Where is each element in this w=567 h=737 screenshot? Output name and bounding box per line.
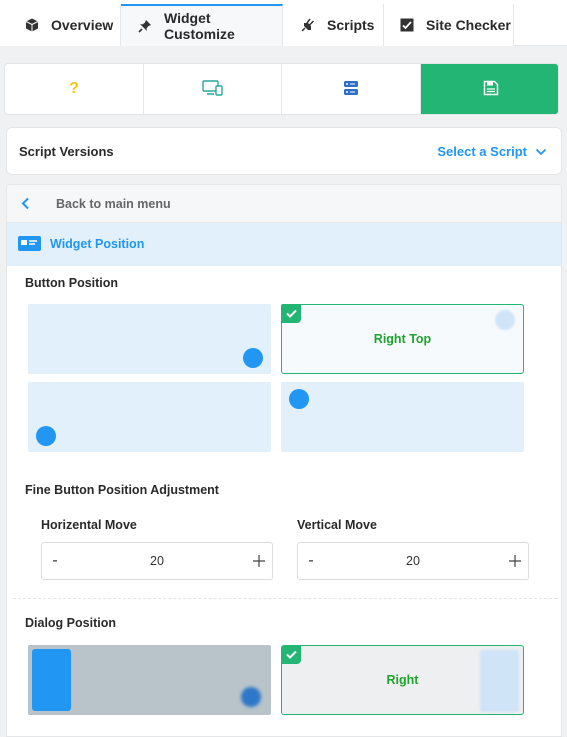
tab-label: Widget Customize — [164, 10, 235, 42]
widget-dot — [36, 426, 56, 446]
checker-icon — [400, 18, 414, 32]
tab-site-checker[interactable]: Site Checker — [384, 4, 514, 46]
select-script-dropdown[interactable]: Select a Script — [437, 144, 547, 159]
section-header: Widget Position — [7, 223, 561, 266]
chevron-down-icon — [535, 148, 547, 155]
chevron-left-icon — [21, 197, 29, 210]
button-position-left-bottom[interactable] — [28, 382, 271, 452]
tab-widget-customize[interactable]: Widget Customize — [121, 4, 283, 46]
devices-icon — [201, 79, 224, 99]
help-button[interactable]: ? — [5, 64, 144, 114]
button-position-heading: Button Position — [25, 276, 119, 290]
pin-icon — [138, 19, 152, 33]
select-script-label: Select a Script — [437, 144, 527, 159]
option-label: Right — [386, 673, 419, 687]
plus-icon — [509, 555, 521, 567]
tab-label: Overview — [51, 17, 114, 33]
cube-icon — [25, 18, 39, 32]
dialog-preview — [32, 649, 71, 711]
plug-icon — [301, 18, 315, 32]
section-title: Widget Position — [50, 237, 145, 251]
horizontal-move-value[interactable]: 20 — [68, 554, 246, 568]
divider — [13, 598, 557, 599]
fine-adjust-heading: Fine Button Position Adjustment — [25, 483, 219, 497]
button-position-right-bottom[interactable] — [28, 304, 271, 374]
dialog-position-right[interactable]: Right — [281, 645, 524, 715]
vertical-move-stepper: - 20 — [297, 542, 529, 580]
server-button[interactable] — [282, 64, 421, 114]
back-label: Back to main menu — [56, 197, 171, 211]
server-icon — [343, 80, 359, 99]
widget-position-icon — [18, 236, 41, 251]
widget-dot — [243, 348, 263, 368]
decrement-button[interactable]: - — [42, 543, 68, 579]
check-icon — [281, 304, 301, 323]
vertical-move-value[interactable]: 20 — [324, 554, 502, 568]
decrement-button[interactable]: - — [298, 543, 324, 579]
save-icon — [483, 80, 499, 99]
increment-button[interactable] — [502, 543, 528, 579]
widget-dot — [289, 389, 309, 409]
script-versions-label: Script Versions — [19, 144, 114, 159]
vertical-move-label: Vertical Move — [297, 518, 377, 532]
devices-button[interactable] — [144, 64, 282, 114]
question-icon: ? — [69, 80, 79, 97]
top-tab-bar: Overview Widget Customize Scripts Site C… — [0, 0, 567, 46]
tab-label: Scripts — [327, 17, 375, 33]
tab-overview[interactable]: Overview — [0, 4, 121, 46]
dialog-position-left[interactable] — [28, 645, 271, 715]
dialog-position-heading: Dialog Position — [25, 616, 116, 630]
widget-dot — [495, 310, 515, 330]
increment-button[interactable] — [246, 543, 272, 579]
widget-dot — [241, 687, 261, 707]
button-position-left-top[interactable] — [281, 382, 524, 452]
horizontal-move-stepper: - 20 — [41, 542, 273, 580]
back-to-main-menu[interactable]: Back to main menu — [7, 185, 561, 223]
button-position-right-top[interactable]: Right Top — [281, 304, 524, 374]
save-button[interactable] — [421, 64, 558, 114]
tab-label: Site Checker — [426, 17, 511, 33]
mode-toolbar: ? — [4, 63, 559, 115]
horizontal-move-label: Horizental Move — [41, 518, 137, 532]
tab-scripts[interactable]: Scripts — [283, 4, 384, 46]
widget-position-panel: Back to main menu Widget Position Button… — [6, 184, 562, 737]
check-icon — [282, 646, 301, 664]
script-versions-bar: Script Versions Select a Script — [6, 127, 562, 175]
option-label: Right Top — [373, 332, 432, 346]
plus-icon — [253, 555, 265, 567]
